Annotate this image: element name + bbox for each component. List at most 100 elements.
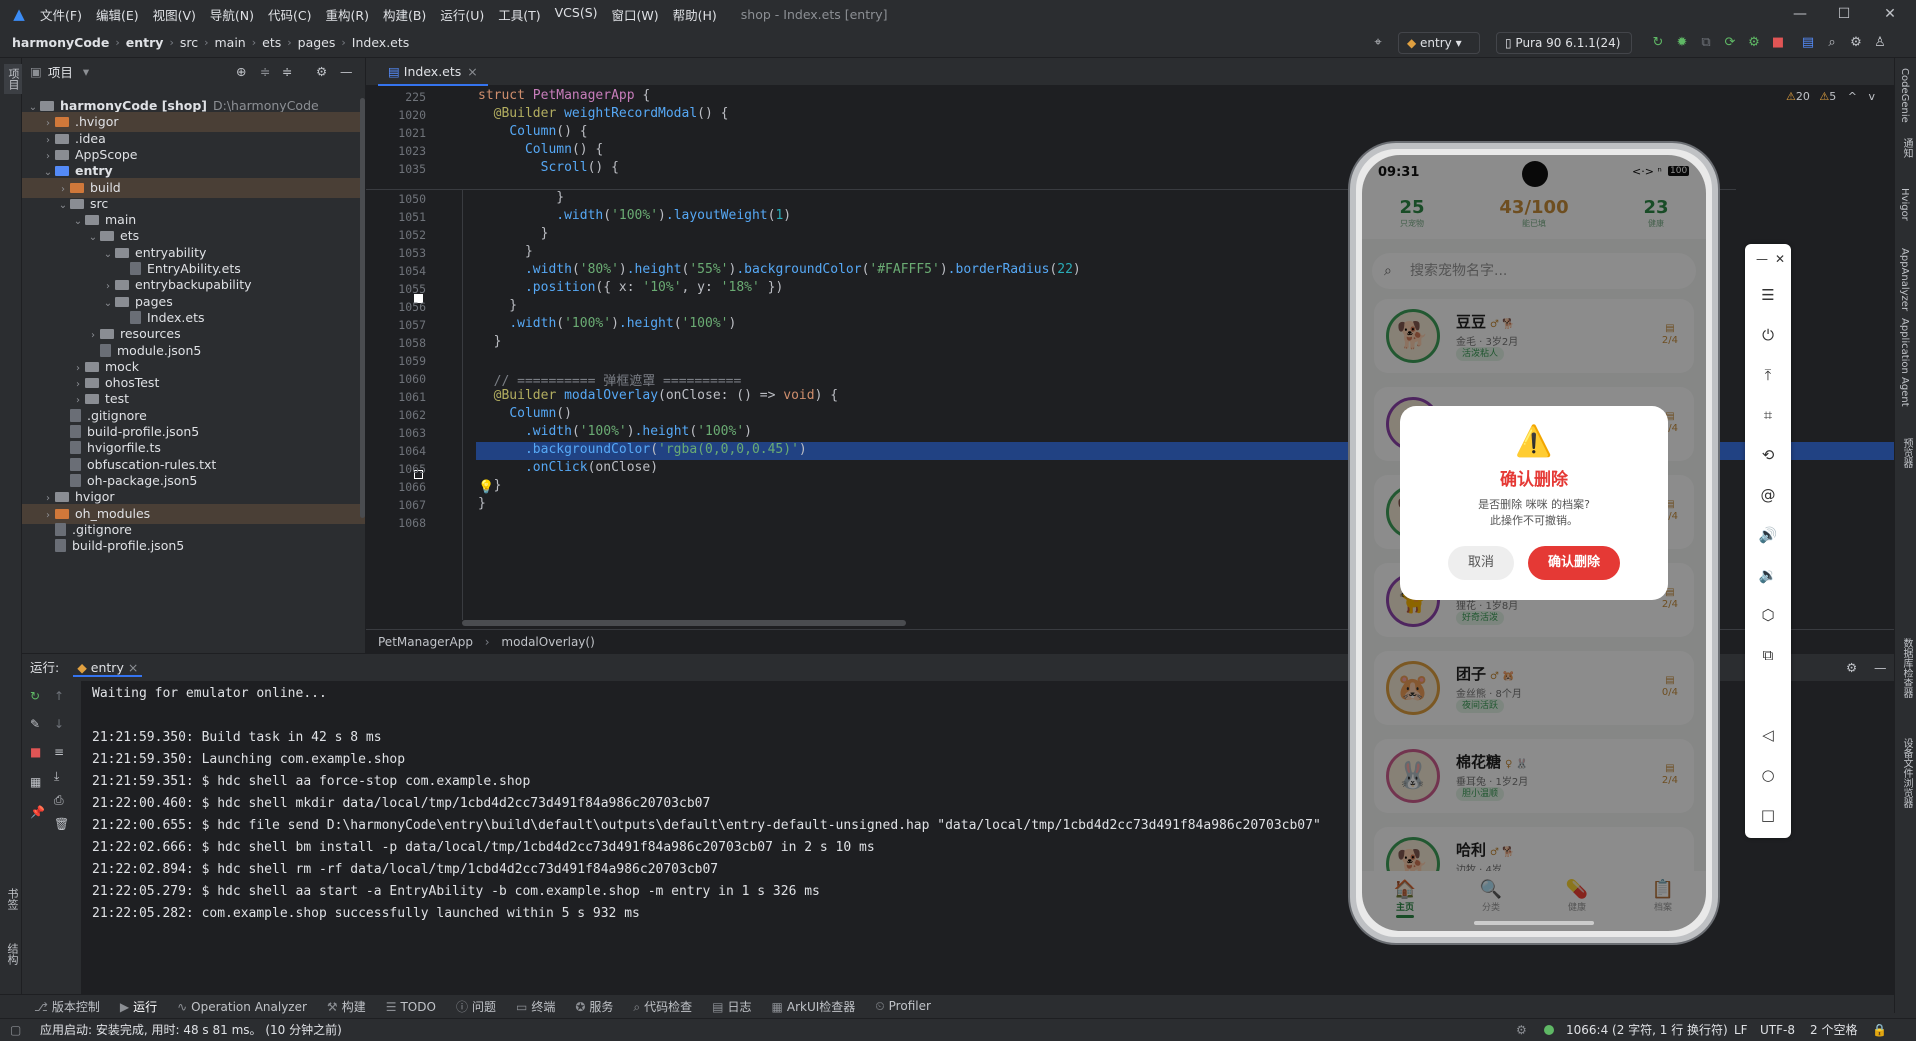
tool-window-version-control[interactable]: ⎇ 版本控制 [34, 998, 100, 1015]
locate-icon[interactable]: ⊕ [236, 64, 246, 79]
code-line[interactable]: .position({ x: '10%', y: '18%' }) [478, 280, 783, 295]
close-icon[interactable]: ✕ [1880, 4, 1900, 24]
stop-icon[interactable]: ■ [1770, 33, 1786, 53]
scroll-down-icon[interactable]: ↓ [54, 717, 64, 731]
line-separator[interactable]: LF [1734, 1019, 1748, 1041]
code-line[interactable]: Column() { [478, 124, 587, 139]
chevron-down-icon[interactable]: ▾ [83, 64, 89, 79]
code-line[interactable]: @Builder modalOverlay(onClose: () => voi… [478, 388, 838, 403]
menu-item[interactable]: 代码(C) [268, 5, 311, 24]
tool-window-todo[interactable]: ☰ TODO [386, 1000, 436, 1014]
tool-window-profiler[interactable]: ⏲ Profiler [875, 999, 931, 1014]
right-tool-tab[interactable]: CodeGenie [1899, 68, 1910, 123]
tool-window-services[interactable]: ✪ 服务 [575, 998, 613, 1015]
structure-tool-tab[interactable]: 结构 [4, 943, 20, 965]
print-icon[interactable]: ⎙ [54, 793, 64, 808]
code-line[interactable]: .backgroundColor('rgba(0,0,0,0.45)') [478, 442, 807, 457]
settings-icon[interactable]: ⚙ [1848, 33, 1864, 53]
right-tool-tab[interactable]: 数据库检查器 [1899, 638, 1914, 698]
indent-setting[interactable]: 2 个空格 [1810, 1019, 1857, 1041]
code-line[interactable]: @Builder weightRecordModal() { [478, 106, 729, 121]
breadcrumb-item[interactable]: Index.ets [352, 35, 410, 50]
maximize-icon[interactable]: ☐ [1834, 4, 1854, 24]
tab-index-ets[interactable]: ▤ Index.ets × [378, 58, 488, 86]
next-highlight-icon[interactable]: v [1868, 90, 1875, 103]
emu-location-icon[interactable]: @ [1757, 484, 1779, 506]
code-line[interactable]: Column() [478, 406, 572, 421]
menu-item[interactable]: 构建(B) [383, 5, 426, 24]
code-line[interactable]: .width('100%').layoutWeight(1) [478, 208, 791, 223]
tree-item[interactable]: build-profile.json5 [22, 536, 365, 556]
code-line[interactable]: .width('80%').height('55%').backgroundCo… [478, 262, 1081, 277]
scroll-up-icon[interactable]: ↑ [54, 689, 64, 703]
code-line[interactable]: Column() { [478, 142, 603, 157]
tool-window-build[interactable]: ⚒ 构建 [327, 998, 366, 1015]
right-tool-tab[interactable]: AppAnalyzer [1899, 248, 1910, 311]
menu-item[interactable]: 编辑(E) [96, 5, 139, 24]
menu-item[interactable]: VCS(S) [555, 5, 598, 24]
code-line[interactable]: .onClick(onClose) [478, 460, 658, 475]
dialog-confirm-button[interactable]: 确认删除 [1528, 546, 1620, 580]
emu-volume-up-icon[interactable]: 🔊 [1757, 524, 1779, 546]
bookmarks-tool-tab[interactable]: 书签 [4, 888, 20, 910]
emu-power-icon[interactable]: ⏻ [1757, 324, 1779, 346]
device-manager-icon[interactable]: ▤ [1800, 33, 1816, 53]
tool-window-problems[interactable]: ⓘ 问题 [456, 998, 496, 1015]
stop-icon[interactable]: ■ [30, 745, 41, 759]
wrench-icon[interactable]: ✎ [30, 717, 40, 731]
git-icon[interactable]: ⚙ [1516, 1019, 1527, 1041]
collapse-all-icon[interactable]: ≑ [282, 64, 292, 79]
code-line[interactable]: } [478, 334, 502, 349]
code-line[interactable]: } [478, 478, 502, 493]
project-tool-tab[interactable]: 项目 [4, 64, 22, 94]
scroll-end-icon[interactable]: ⤓ [54, 769, 59, 784]
right-tool-tab[interactable]: 通知 [1899, 138, 1914, 158]
search-icon[interactable]: ⌕ [1824, 33, 1840, 53]
menu-item[interactable]: 视图(V) [153, 5, 196, 24]
project-view-select[interactable]: 项目 [48, 62, 73, 81]
minimize-icon[interactable]: — [1790, 4, 1810, 24]
hide-run-icon[interactable]: — [1874, 654, 1887, 682]
rerun-icon[interactable]: ↻ [30, 689, 40, 703]
breadcrumb-item[interactable]: harmonyCode [12, 35, 109, 50]
debug-rerun-icon[interactable]: ⚙ [1746, 33, 1762, 53]
run-tab[interactable]: ◆ entry × [73, 660, 143, 677]
pin-icon[interactable]: 📌 [30, 805, 45, 819]
target-icon[interactable]: ⌖ [1370, 33, 1386, 53]
run-icon[interactable]: ↻ [1650, 33, 1666, 53]
code-line[interactable]: .width('100%').height('100%') [478, 316, 736, 331]
module-select[interactable]: ◆ entry ▾ [1398, 32, 1480, 54]
menu-item[interactable]: 帮助(H) [673, 5, 717, 24]
file-encoding[interactable]: UTF-8 [1760, 1019, 1795, 1041]
right-tool-tab[interactable]: Hvigor [1899, 188, 1910, 221]
caret-position[interactable]: 1066:4 (2 字符, 1 行 换行符) [1566, 1019, 1728, 1041]
tree-scrollbar[interactable] [360, 98, 365, 518]
panel-settings-icon[interactable]: ⚙ [316, 64, 327, 79]
emu-recent-icon[interactable]: □ [1757, 804, 1779, 826]
tool-window-run[interactable]: ▶ 运行 [120, 998, 157, 1015]
status-message[interactable]: 应用启动: 安装完成, 用时: 48 s 81 ms。 (10 分钟之前) [40, 1019, 342, 1041]
emu-volume-down-icon[interactable]: 🔉 [1757, 564, 1779, 586]
emu-fold-icon[interactable]: ⧉ [1757, 644, 1779, 666]
rerun-icon[interactable]: ⟳ [1722, 33, 1738, 53]
breadcrumb-method[interactable]: modalOverlay() [501, 635, 594, 649]
code-line[interactable]: } [478, 496, 486, 511]
breadcrumb-item[interactable]: entry [126, 35, 164, 50]
code-line[interactable]: // ========== 弹框遮罩 ========== [478, 370, 742, 389]
run-settings-icon[interactable]: ⚙ [1846, 654, 1857, 682]
tool-window-terminal[interactable]: ▭ 终端 [516, 998, 555, 1015]
emu-menu-icon[interactable]: ☰ [1757, 284, 1779, 306]
menu-item[interactable]: 重构(R) [326, 5, 369, 24]
emu-screenshot-icon[interactable]: ⌗ [1757, 404, 1779, 426]
menu-item[interactable]: 窗口(W) [612, 5, 659, 24]
inspection-widget[interactable]: ⚠20 ⚠5 ^ v [1786, 90, 1875, 103]
tool-window-code-inspect[interactable]: ⌕ 代码检查 [633, 998, 692, 1015]
dialog-cancel-button[interactable]: 取消 [1448, 546, 1514, 580]
prev-highlight-icon[interactable]: ^ [1848, 90, 1857, 103]
account-icon[interactable]: ♙ [1872, 33, 1888, 53]
attach-icon[interactable]: ⧉ [1698, 33, 1714, 53]
right-tool-tab[interactable]: 设备文件浏览器 [1899, 738, 1914, 808]
code-line[interactable]: Scroll() { [478, 160, 619, 175]
code-line[interactable]: .width('100%').height('100%') [478, 424, 752, 439]
debug-icon[interactable]: ✹ [1674, 33, 1690, 53]
